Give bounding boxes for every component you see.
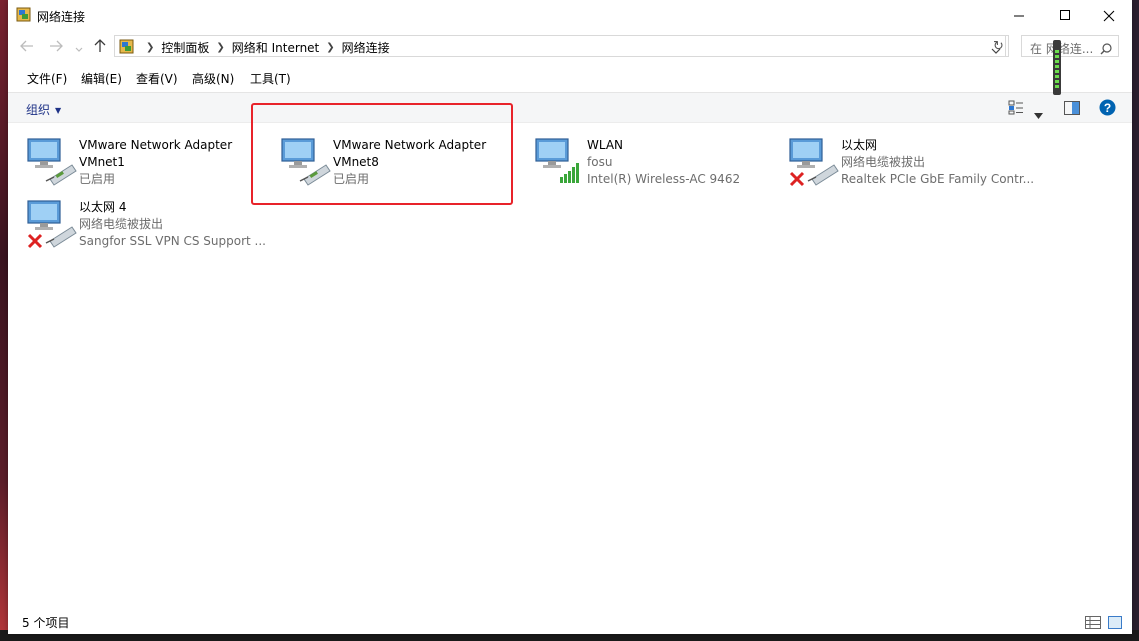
breadcrumb-separator-icon: ❯ [216,42,225,53]
adapter-device: Realtek PCIe GbE Family Contr... [841,172,1035,186]
address-bar[interactable]: ❯ 控制面板 ❯ 网络和 Internet ❯ 网络连接 [114,35,1006,57]
menu-view[interactable]: 查看(V) [136,70,178,87]
window-title: 网络连接 [37,10,86,24]
item-count: 5 个项目 [22,616,70,630]
view-options-chevron-icon[interactable] [1034,104,1043,123]
volume-level-meter [1053,40,1061,95]
adapter-device: Intel(R) Wireless-AC 9462 [587,172,741,186]
adapter-network: 网络电缆被拔出 [79,217,164,231]
adapter-name: 以太网 4 [79,200,127,214]
adapter-item-ethernet-4[interactable]: 以太网 4 网络电缆被拔出 Sangfor SSL VPN CS Support… [16,191,266,251]
adapter-item-ethernet[interactable]: 以太网 网络电缆被拔出 Realtek PCIe GbE Family Cont… [778,129,1034,189]
adapter-name: WLAN [587,138,624,152]
minimize-button[interactable] [996,0,1042,31]
recent-locations-chevron-icon[interactable] [75,42,83,57]
adapter-status: 已启用 [79,172,116,186]
breadcrumb-separator-icon: ❯ [146,42,155,53]
large-icons-view-icon[interactable] [1108,614,1122,633]
network-connections-icon [16,7,31,26]
adapter-device: Sangfor SSL VPN CS Support ... [79,234,266,248]
control-panel-icon [119,39,134,58]
organize-dropdown-icon: ▼ [55,106,62,115]
breadcrumb-separator-icon: ❯ [326,42,335,53]
details-view-icon[interactable] [1085,614,1101,633]
back-arrow-icon[interactable] [20,40,34,56]
forward-arrow-icon[interactable] [49,40,63,56]
menu-file[interactable]: 文件(F) [27,70,67,87]
ethernet-disconnected-icon [788,135,840,187]
wifi-adapter-icon [534,135,586,187]
command-bar: 组织 ▼ ? [8,92,1132,123]
menu-edit[interactable]: 编辑(E) [81,70,122,87]
adapter-item-wlan[interactable]: WLAN fosu Intel(R) Wireless-AC 9462 [524,129,774,189]
organize-button[interactable]: 组织 ▼ [26,101,61,118]
menu-advanced[interactable]: 高级(N) [192,70,234,87]
adapter-list: VMware Network Adapter VMnet1 已启用 VMware… [8,123,1132,603]
help-icon[interactable]: ? [1099,99,1116,120]
adapter-name: 以太网 [841,138,878,152]
maximize-button[interactable] [1042,0,1088,31]
menu-tools[interactable]: 工具(T) [250,70,291,87]
explorer-window: 网络连接 ❯ 控制面板 ❯ 网络和 Internet ❯ 网络连接 ↻ 在 网络… [8,0,1132,634]
title-bar[interactable]: 网络连接 [8,0,1132,31]
svg-text:?: ? [1104,101,1111,115]
menu-bar: 文件(F) 编辑(E) 查看(V) 高级(N) 工具(T) [8,67,1132,89]
adapter-network: VMnet1 [79,155,125,169]
adapter-network: fosu [587,155,613,169]
adapter-network: 网络电缆被拔出 [841,155,926,169]
status-bar: 5 个项目 [8,608,1132,634]
up-arrow-icon[interactable] [94,39,106,57]
breadcrumb-network-internet[interactable]: 网络和 Internet [232,39,319,56]
change-view-icon[interactable] [1008,100,1024,119]
preview-pane-icon[interactable] [1064,100,1080,119]
ethernet-disconnected-icon [26,197,78,249]
search-placeholder: 在 网络连... [1030,42,1094,56]
refresh-button[interactable]: ↻ [989,35,1009,57]
adapter-name: VMware Network Adapter [79,138,233,152]
selection-highlight-box [251,103,513,205]
organize-label: 组织 [26,103,51,117]
breadcrumb-control-panel[interactable]: 控制面板 [161,39,209,56]
close-button[interactable] [1086,0,1132,31]
search-icon [1100,40,1112,59]
adapter-item-vmnet1[interactable]: VMware Network Adapter VMnet1 已启用 [16,129,266,189]
network-adapter-icon [26,135,78,187]
address-row: ❯ 控制面板 ❯ 网络和 Internet ❯ 网络连接 ↻ 在 网络连... [8,35,1132,61]
search-input[interactable]: 在 网络连... [1021,35,1119,57]
breadcrumb-network-connections[interactable]: 网络连接 [342,39,390,56]
